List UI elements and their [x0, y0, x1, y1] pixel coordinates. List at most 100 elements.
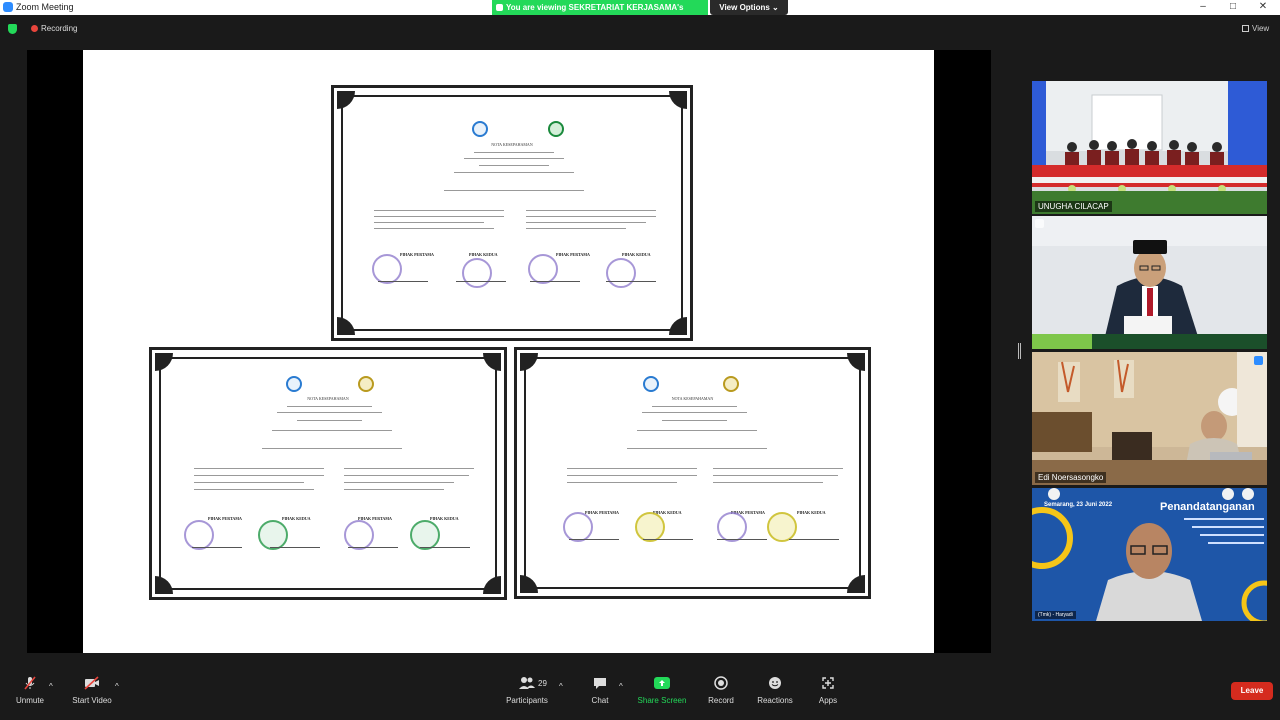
- muted-microphone-icon: [24, 676, 36, 690]
- text-line: [662, 420, 727, 421]
- party-second-label: PIHAK KEDUA: [282, 516, 311, 521]
- party-first-label: PIHAK PERTAMA: [400, 252, 434, 257]
- text-line: [454, 172, 574, 173]
- reactions-button[interactable]: Reactions: [754, 675, 796, 705]
- close-icon[interactable]: ✕: [1248, 0, 1278, 15]
- text-line: [652, 406, 737, 407]
- more-options-icon[interactable]: [1254, 356, 1263, 365]
- participant-video-tile[interactable]: [1032, 216, 1267, 349]
- signature-line: [348, 540, 398, 548]
- text-line: [526, 222, 646, 223]
- minimize-icon[interactable]: –: [1188, 0, 1218, 15]
- apps-label: Apps: [818, 696, 838, 705]
- party-second-label: PIHAK KEDUA: [797, 510, 826, 515]
- participant-name: Edi Noersasongko: [1035, 472, 1107, 483]
- recording-label: Recording: [41, 24, 78, 33]
- text-line: [567, 475, 697, 476]
- share-screen-label: Share Screen: [637, 696, 687, 705]
- start-video-button[interactable]: Start Video: [70, 675, 114, 705]
- certificate-top: NOTA KESEPAHAMAN PIHAK PERTAMA PIHAK KED…: [331, 85, 693, 341]
- participants-icon: [519, 677, 535, 689]
- start-video-label: Start Video: [72, 696, 112, 705]
- text-line: [297, 420, 362, 421]
- partner-logo-icon: [358, 376, 374, 392]
- text-line: [642, 412, 747, 413]
- text-line: [374, 210, 504, 211]
- window-title: Zoom Meeting: [16, 2, 74, 12]
- certificate-bottom-left: NOTA KESEPAHAMAN PIHAK PERTAMA PIHAK KED…: [149, 347, 507, 600]
- maximize-icon[interactable]: □: [1218, 0, 1248, 15]
- signature-line: [606, 274, 656, 282]
- party-first-label: PIHAK PERTAMA: [585, 510, 619, 515]
- signature-line: [456, 274, 506, 282]
- text-line: [637, 430, 757, 431]
- certificate-title: NOTA KESEPAHAMAN: [671, 396, 714, 401]
- signature-line: [569, 532, 619, 540]
- text-line: [627, 448, 767, 449]
- view-options-button[interactable]: View Options ⌄: [710, 0, 788, 15]
- text-line: [262, 448, 402, 449]
- partner-logo-icon: [548, 121, 564, 137]
- text-line: [713, 482, 823, 483]
- participant-video-tile[interactable]: UNUGHA CILACAP: [1032, 81, 1267, 214]
- party-second-label: PIHAK KEDUA: [622, 252, 651, 257]
- share-screen-icon: [654, 677, 670, 689]
- event-line: [1208, 542, 1264, 544]
- view-label: View: [1252, 24, 1270, 33]
- encryption-shield-icon[interactable]: [8, 24, 17, 34]
- partner-logo-icon: [723, 376, 739, 392]
- certificate-frame: [341, 95, 683, 331]
- view-button[interactable]: View: [1242, 24, 1269, 33]
- party-first-label: PIHAK PERTAMA: [208, 516, 242, 521]
- text-line: [474, 152, 554, 153]
- signature-line: [378, 274, 428, 282]
- zoom-app-icon: [3, 2, 13, 12]
- text-line: [374, 222, 484, 223]
- video-feed-office: [1032, 352, 1267, 485]
- participant-video-tile[interactable]: Semarang, 23 Juni 2022 Penandatanganan (…: [1032, 488, 1267, 621]
- official-stamp: [606, 258, 636, 288]
- signature-line: [789, 532, 839, 540]
- reactions-label: Reactions: [757, 696, 793, 705]
- signature-line: [530, 274, 580, 282]
- text-line: [194, 468, 324, 469]
- text-line: [526, 228, 626, 229]
- participant-video-tile[interactable]: Edi Noersasongko: [1032, 352, 1267, 485]
- university-logo-icon: [286, 376, 302, 392]
- official-stamp: [462, 258, 492, 288]
- unmute-button[interactable]: Unmute: [12, 675, 48, 705]
- participant-name: UNUGHA CILACAP: [1035, 201, 1112, 212]
- signature-line: [192, 540, 242, 548]
- leave-button[interactable]: Leave: [1231, 682, 1273, 700]
- chevron-down-icon: ⌄: [772, 3, 779, 12]
- grid-icon: [1242, 25, 1249, 32]
- event-line: [1184, 518, 1264, 520]
- meeting-status-bar: Recording View: [0, 15, 1280, 42]
- text-line: [344, 482, 454, 483]
- audio-options-caret-icon[interactable]: ^: [49, 682, 53, 691]
- record-label: Record: [708, 696, 734, 705]
- text-line: [526, 210, 656, 211]
- certificate-frame: [159, 357, 497, 590]
- certificate-title: NOTA KESEPAHAMAN: [307, 396, 349, 401]
- text-line: [444, 190, 584, 191]
- apps-button[interactable]: Apps: [814, 675, 842, 705]
- share-screen-button[interactable]: Share Screen: [636, 675, 688, 705]
- unmuted-status-icon: [1035, 219, 1044, 228]
- text-line: [374, 228, 494, 229]
- chat-button[interactable]: Chat: [584, 675, 616, 705]
- certificate-bottom-right: NOTA KESEPAHAMAN PIHAK PERTAMA PIHAK KED…: [514, 347, 871, 599]
- panel-resize-handle[interactable]: [1018, 343, 1021, 359]
- chat-bubble-icon: [594, 678, 606, 689]
- text-line: [374, 216, 504, 217]
- record-button[interactable]: Record: [704, 675, 738, 705]
- participants-options-caret-icon[interactable]: ^: [559, 682, 563, 691]
- unmute-label: Unmute: [15, 696, 44, 705]
- event-city-date: Semarang, 23 Juni 2022: [1044, 502, 1113, 508]
- video-options-caret-icon[interactable]: ^: [115, 682, 119, 691]
- recording-dot-icon: [31, 25, 38, 32]
- chat-options-caret-icon[interactable]: ^: [619, 682, 623, 691]
- apps-icon: [822, 677, 834, 689]
- text-line: [277, 412, 382, 413]
- text-line: [464, 158, 564, 159]
